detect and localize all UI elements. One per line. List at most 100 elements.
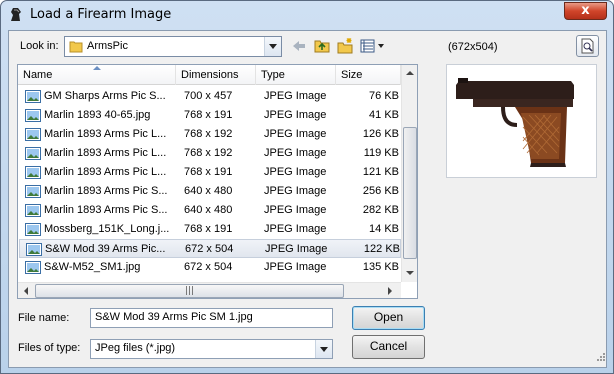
close-button[interactable]: x xyxy=(564,2,607,20)
chevron-down-icon[interactable] xyxy=(315,340,332,358)
magnifier-page-icon xyxy=(581,38,594,54)
filename-label: File name: xyxy=(18,312,70,324)
filetype-value: JPeg files (*.jpg) xyxy=(95,342,176,354)
file-name: Mossberg_151K_Long.j... xyxy=(44,223,170,235)
resize-grip-icon[interactable] xyxy=(595,351,605,361)
view-menu-button[interactable] xyxy=(359,37,385,55)
file-row[interactable]: Marlin 1893 Arms Pic L... 768 x 192 JPEG I… xyxy=(19,144,401,163)
title-bar[interactable]: Load a Firearm Image x xyxy=(1,1,613,30)
column-name-label: Name xyxy=(23,69,53,81)
horizontal-scroll-thumb[interactable]: ||| xyxy=(35,284,344,298)
jpeg-file-icon xyxy=(25,185,41,198)
file-name: Marlin 1893 Arms Pic S... xyxy=(44,185,168,197)
cancel-button[interactable]: Cancel xyxy=(352,335,425,359)
file-dimensions: 768 x 191 xyxy=(184,223,233,235)
file-size: 256 KB xyxy=(362,185,399,197)
folder-icon xyxy=(69,41,83,53)
window-title: Load a Firearm Image xyxy=(30,7,172,22)
sort-ascending-icon xyxy=(93,66,101,70)
file-size: 121 KB xyxy=(362,166,399,178)
file-row[interactable]: Marlin 1893 Arms Pic S... 640 x 480 JPEG I… xyxy=(19,201,401,220)
file-name: S&W-M52_SM1.jpg xyxy=(44,261,141,273)
file-list[interactable]: Name Dimensions Type Size GM Sharps Arms… xyxy=(17,64,418,299)
view-dropdown-arrow-icon xyxy=(378,44,384,48)
lookin-label: Look in: xyxy=(20,40,59,52)
app-icon xyxy=(11,8,21,21)
file-name: Marlin 1893 Arms Pic L... xyxy=(44,166,167,178)
file-dimensions: 768 x 191 xyxy=(184,109,233,121)
file-size: 76 KB xyxy=(369,90,399,102)
file-type: JPEG Image xyxy=(264,204,327,216)
file-row[interactable]: S&W Mod 39 Arms Pic... 672 x 504 JPEG Imag… xyxy=(19,239,401,258)
open-button[interactable]: Open xyxy=(352,306,425,330)
jpeg-file-icon xyxy=(25,204,41,217)
horizontal-scrollbar[interactable]: ||| xyxy=(18,282,401,298)
file-row[interactable]: GM Sharps Arms Pic S... 700 x 457 JPEG Ima… xyxy=(19,87,401,106)
jpeg-file-icon xyxy=(25,90,41,103)
file-name: Marlin 1893 Arms Pic L... xyxy=(44,128,167,140)
back-arrow-icon[interactable] xyxy=(290,37,308,55)
file-dimensions: 768 x 192 xyxy=(184,128,233,140)
file-name: Marlin 1893 40-65.jpg xyxy=(44,109,151,121)
view-menu-icon xyxy=(360,39,375,53)
pistol-image xyxy=(456,78,574,167)
file-row[interactable]: Marlin 1893 Arms Pic L... 768 x 191 JPEG I… xyxy=(19,163,401,182)
file-row[interactable]: S&W-M52_SM1.jpg 672 x 504 JPEG Image 135 KB xyxy=(19,258,401,277)
file-size: 14 KB xyxy=(369,223,399,235)
column-header-size[interactable]: Size xyxy=(336,65,401,85)
lookin-value: ArmsPic xyxy=(87,40,128,52)
vertical-scrollbar[interactable] xyxy=(401,65,417,282)
file-size: 122 KB xyxy=(363,243,400,255)
vertical-scroll-thumb[interactable] xyxy=(403,127,417,259)
filetype-dropdown[interactable]: JPeg files (*.jpg) xyxy=(90,339,333,359)
filetype-label: Files of type: xyxy=(18,342,81,354)
file-name: S&W Mod 39 Arms Pic... xyxy=(45,243,166,255)
new-folder-icon[interactable] xyxy=(336,37,354,55)
column-header-name[interactable]: Name xyxy=(18,65,176,85)
image-preview xyxy=(446,64,597,178)
file-size: 126 KB xyxy=(362,128,399,140)
dialog-window: Load a Firearm Image x Look in: ArmsPic xyxy=(0,0,614,374)
file-dimensions: 640 x 480 xyxy=(184,185,233,197)
file-type: JPEG Image xyxy=(264,128,327,140)
scroll-down-icon[interactable] xyxy=(406,271,414,275)
file-size: 135 KB xyxy=(362,261,399,273)
chevron-down-icon[interactable] xyxy=(264,37,281,56)
jpeg-file-icon xyxy=(25,147,41,160)
file-row[interactable]: Marlin 1893 40-65.jpg 768 x 191 JPEG Image… xyxy=(19,106,401,125)
file-row[interactable]: Marlin 1893 Arms Pic S... 640 x 480 JPEG I… xyxy=(19,182,401,201)
file-type: JPEG Image xyxy=(264,90,327,102)
preview-toggle-button[interactable] xyxy=(576,35,599,57)
file-row[interactable]: Marlin 1893 Arms Pic L... 768 x 192 JPEG I… xyxy=(19,125,401,144)
scroll-left-icon[interactable] xyxy=(24,287,28,295)
file-dimensions: 768 x 192 xyxy=(184,147,233,159)
file-row[interactable]: Mossberg_151K_Long.j... 768 x 191 JPEG Ima… xyxy=(19,220,401,239)
grip-icon: ||| xyxy=(184,286,195,296)
file-type: JPEG Image xyxy=(264,109,327,121)
file-name: GM Sharps Arms Pic S... xyxy=(44,90,166,102)
file-type: JPEG Image xyxy=(265,243,328,255)
file-dimensions: 672 x 504 xyxy=(184,261,233,273)
jpeg-file-icon xyxy=(25,166,41,179)
dialog-body: Look in: ArmsPic Name Dimensions Type Si… xyxy=(8,30,607,368)
file-name: Marlin 1893 Arms Pic S... xyxy=(44,204,168,216)
column-header-type[interactable]: Type xyxy=(256,65,336,85)
filename-input[interactable]: S&W Mod 39 Arms Pic SM 1.jpg xyxy=(90,308,333,328)
file-type: JPEG Image xyxy=(264,261,327,273)
file-size: 282 KB xyxy=(362,204,399,216)
up-folder-icon[interactable] xyxy=(313,37,331,55)
file-size: 41 KB xyxy=(369,109,399,121)
scroll-right-icon[interactable] xyxy=(388,287,392,295)
column-header-dimensions[interactable]: Dimensions xyxy=(176,65,256,85)
file-dimensions: 672 x 504 xyxy=(185,243,234,255)
close-icon: x xyxy=(581,3,590,18)
file-type: JPEG Image xyxy=(264,223,327,235)
jpeg-file-icon xyxy=(25,109,41,122)
scroll-up-icon[interactable] xyxy=(406,71,414,75)
file-type: JPEG Image xyxy=(264,147,327,159)
jpeg-file-icon xyxy=(25,261,41,274)
lookin-dropdown[interactable]: ArmsPic xyxy=(64,36,282,57)
file-type: JPEG Image xyxy=(264,166,327,178)
file-name: Marlin 1893 Arms Pic L... xyxy=(44,147,167,159)
jpeg-file-icon xyxy=(25,128,41,141)
